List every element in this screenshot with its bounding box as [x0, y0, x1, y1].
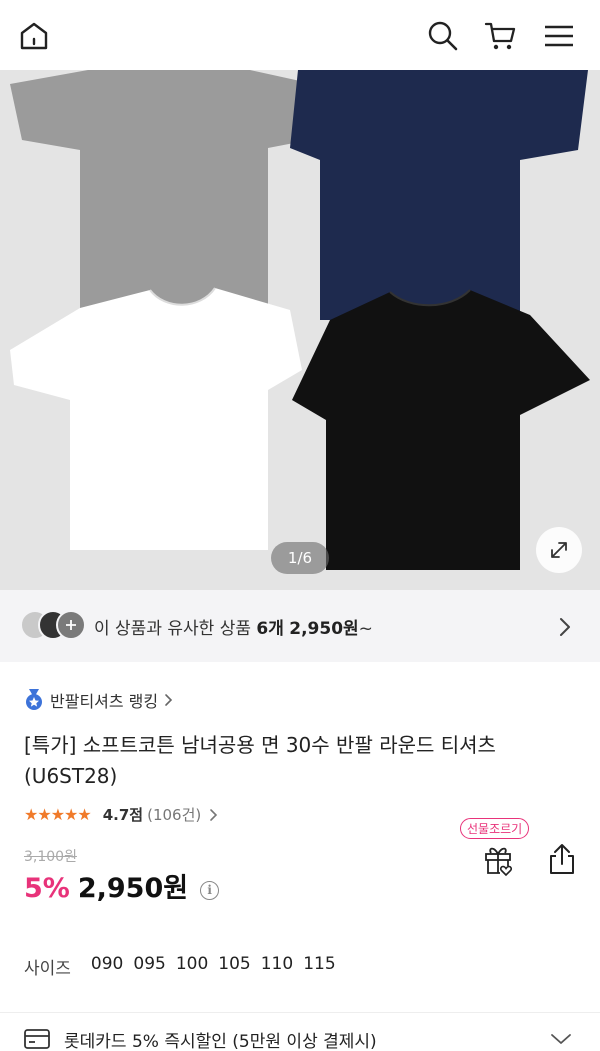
size-option[interactable]: 115: [303, 954, 335, 979]
chevron-down-icon: [551, 1034, 571, 1044]
rating-row[interactable]: ★★★★★ 4.7점 (106건): [24, 804, 219, 825]
gift-request-tag: 선물조르기: [460, 818, 530, 839]
menu-icon: [545, 25, 573, 47]
ranking-link[interactable]: 반팔티셔츠 랭킹: [24, 688, 174, 712]
plus-icon: [66, 620, 76, 630]
discount-rate: 5%: [24, 873, 70, 904]
rating-stars: ★★★★★: [24, 805, 92, 824]
credit-card-icon: [24, 1029, 50, 1049]
original-price: 3,100원: [24, 849, 77, 865]
expand-button[interactable]: [536, 527, 582, 573]
chevron-right-icon: [210, 808, 218, 821]
size-option[interactable]: 110: [261, 954, 293, 979]
size-label: 사이즈: [24, 959, 71, 979]
chevron-right-icon: [560, 618, 570, 636]
size-row: 사이즈 090 095 100 105 110 115: [24, 954, 346, 979]
cart-button[interactable]: [478, 14, 522, 58]
ranking-label: 반팔티셔츠 랭킹: [50, 692, 159, 711]
home-button[interactable]: [12, 14, 56, 58]
medal-icon: [26, 689, 42, 710]
chevron-right-icon: [165, 694, 173, 706]
rating-score: 4.7점: [102, 806, 144, 824]
gift-icon: [485, 847, 513, 877]
similar-products-bar[interactable]: 이 상품과 유사한 상품 6개 2,950원~: [0, 590, 600, 662]
search-button[interactable]: [421, 14, 465, 58]
size-option[interactable]: 095: [133, 954, 165, 979]
size-option[interactable]: 100: [176, 954, 208, 979]
top-header: [0, 0, 600, 70]
share-icon: [550, 844, 574, 874]
sale-price: 2,950원: [77, 873, 189, 904]
similar-prefix: 이 상품과 유사한 상품: [94, 618, 257, 639]
gallery-pager: 1/6: [271, 542, 329, 574]
product-photo: [0, 70, 600, 590]
menu-button[interactable]: [537, 14, 581, 58]
more-thumb: [56, 610, 86, 640]
share-button[interactable]: [547, 842, 577, 880]
similar-count: 6개: [256, 618, 284, 639]
similar-thumbnails: [20, 610, 90, 642]
review-count: (106건): [147, 806, 202, 824]
price-line: 5% 2,950원 i: [24, 866, 220, 905]
expand-icon: [551, 542, 567, 558]
cart-icon: [484, 22, 516, 50]
size-option[interactable]: 090: [91, 954, 123, 979]
home-icon: [20, 22, 48, 50]
similar-text: 이 상품과 유사한 상품 6개 2,950원~: [94, 614, 373, 639]
card-promo-row[interactable]: 롯데카드 5% 즉시할인 (5만원 이상 결제시): [0, 1012, 600, 1051]
size-option[interactable]: 105: [218, 954, 250, 979]
product-image-gallery[interactable]: 1/6: [0, 70, 600, 590]
product-title: [특가] 소프트코튼 남녀공용 면 30수 반팔 라운드 티셔츠(U6ST28): [24, 733, 496, 788]
gift-button[interactable]: [480, 842, 516, 882]
similar-suffix: ~: [358, 618, 373, 639]
card-promo-text: 롯데카드 5% 즉시할인 (5만원 이상 결제시): [64, 1032, 377, 1051]
search-icon: [428, 21, 458, 51]
similar-price: 2,950원: [289, 618, 359, 639]
price-info-icon[interactable]: i: [200, 880, 220, 900]
